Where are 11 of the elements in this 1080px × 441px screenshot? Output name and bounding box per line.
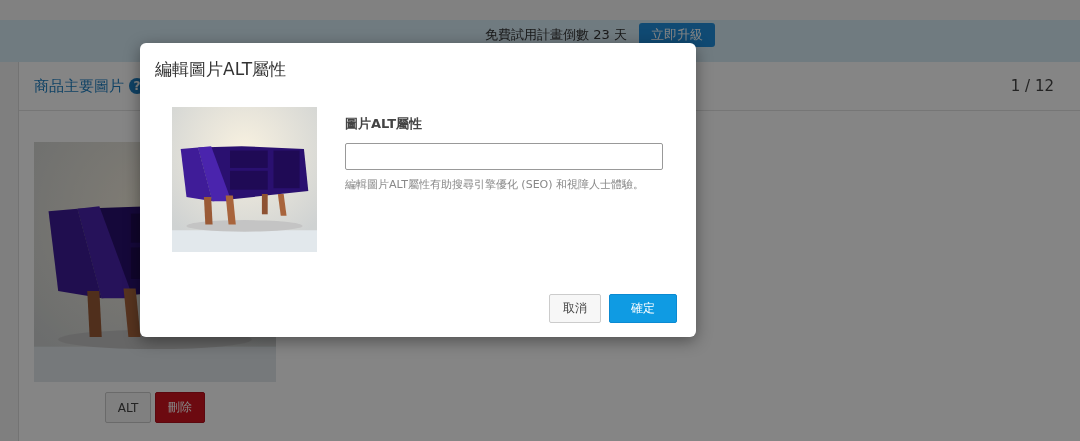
alt-input-field[interactable] (345, 143, 663, 170)
section-title: 商品主要圖片 (34, 76, 124, 96)
confirm-button[interactable]: 確定 (609, 294, 677, 323)
field-label: 圖片ALT屬性 (345, 115, 424, 133)
delete-button[interactable]: 刪除 (155, 392, 206, 423)
image-counter: 1 / 12 (1010, 77, 1054, 95)
trial-message: 免費試用計畫倒數 23 天 (485, 26, 627, 44)
dialog-title: 編輯圖片ALT屬性 (154, 58, 288, 81)
cancel-button[interactable]: 取消 (549, 294, 601, 323)
help-text: 編輯圖片ALT屬性有助搜尋引擎優化 (SEO) 和視障人士體驗。 (345, 177, 646, 192)
alt-button[interactable]: ALT (104, 392, 152, 423)
